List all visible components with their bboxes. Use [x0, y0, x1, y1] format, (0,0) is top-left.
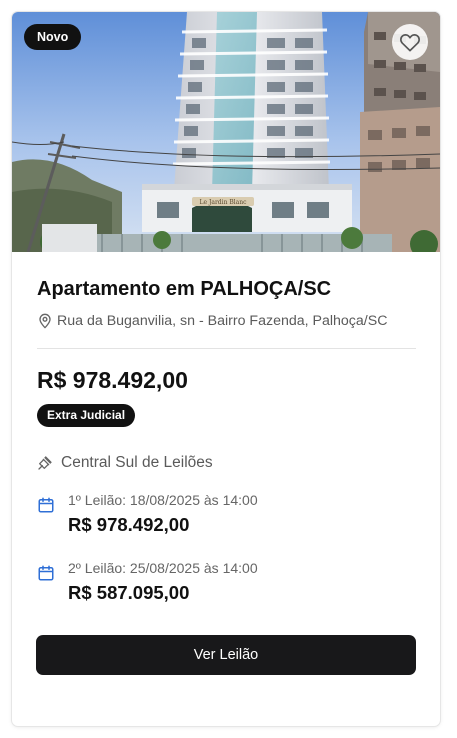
sale-type-badge: Extra Judicial	[37, 404, 136, 427]
auction-round-value: R$ 587.095,00	[68, 582, 190, 603]
building-sign: Le Jardin Blanc	[200, 199, 248, 206]
new-badge: Novo	[24, 24, 82, 50]
building-illustration: Le Jardin Blanc	[12, 12, 440, 252]
calendar-icon	[38, 565, 54, 581]
auction-round-label: 1º Leilão: 18/08/2025 às 14:00	[68, 492, 258, 508]
favorite-button[interactable]	[392, 24, 428, 60]
map-pin-icon	[39, 313, 51, 329]
auction-round-value: R$ 978.492,00	[68, 514, 190, 535]
auctioneer-name: Central Sul de Leilões	[61, 454, 213, 471]
auctioneer-row: Central Sul de Leilões	[37, 454, 213, 472]
address-row: Rua da Buganvilia, sn - Bairro Fazenda, …	[37, 313, 387, 329]
view-auction-button[interactable]: Ver Leilão	[36, 635, 416, 675]
gavel-icon	[38, 456, 52, 470]
calendar-icon	[38, 497, 54, 513]
auction-round-1: 1º Leilão: 18/08/2025 às 14:00 R$ 978.49…	[37, 492, 258, 536]
heart-outline-icon	[400, 34, 420, 52]
property-photo[interactable]: Le Jardin Blanc Novo	[12, 12, 440, 252]
auction-round-label: 2º Leilão: 25/08/2025 às 14:00	[68, 560, 258, 576]
divider	[37, 348, 416, 349]
auction-round-2: 2º Leilão: 25/08/2025 às 14:00 R$ 587.09…	[37, 560, 258, 604]
address-text: Rua da Buganvilia, sn - Bairro Fazenda, …	[57, 313, 388, 329]
price: R$ 978.492,00	[37, 367, 188, 393]
listing-title: Apartamento em PALHOÇA/SC	[37, 278, 332, 300]
property-card[interactable]: Le Jardin Blanc Novo Apartamento em PALH…	[12, 12, 440, 726]
